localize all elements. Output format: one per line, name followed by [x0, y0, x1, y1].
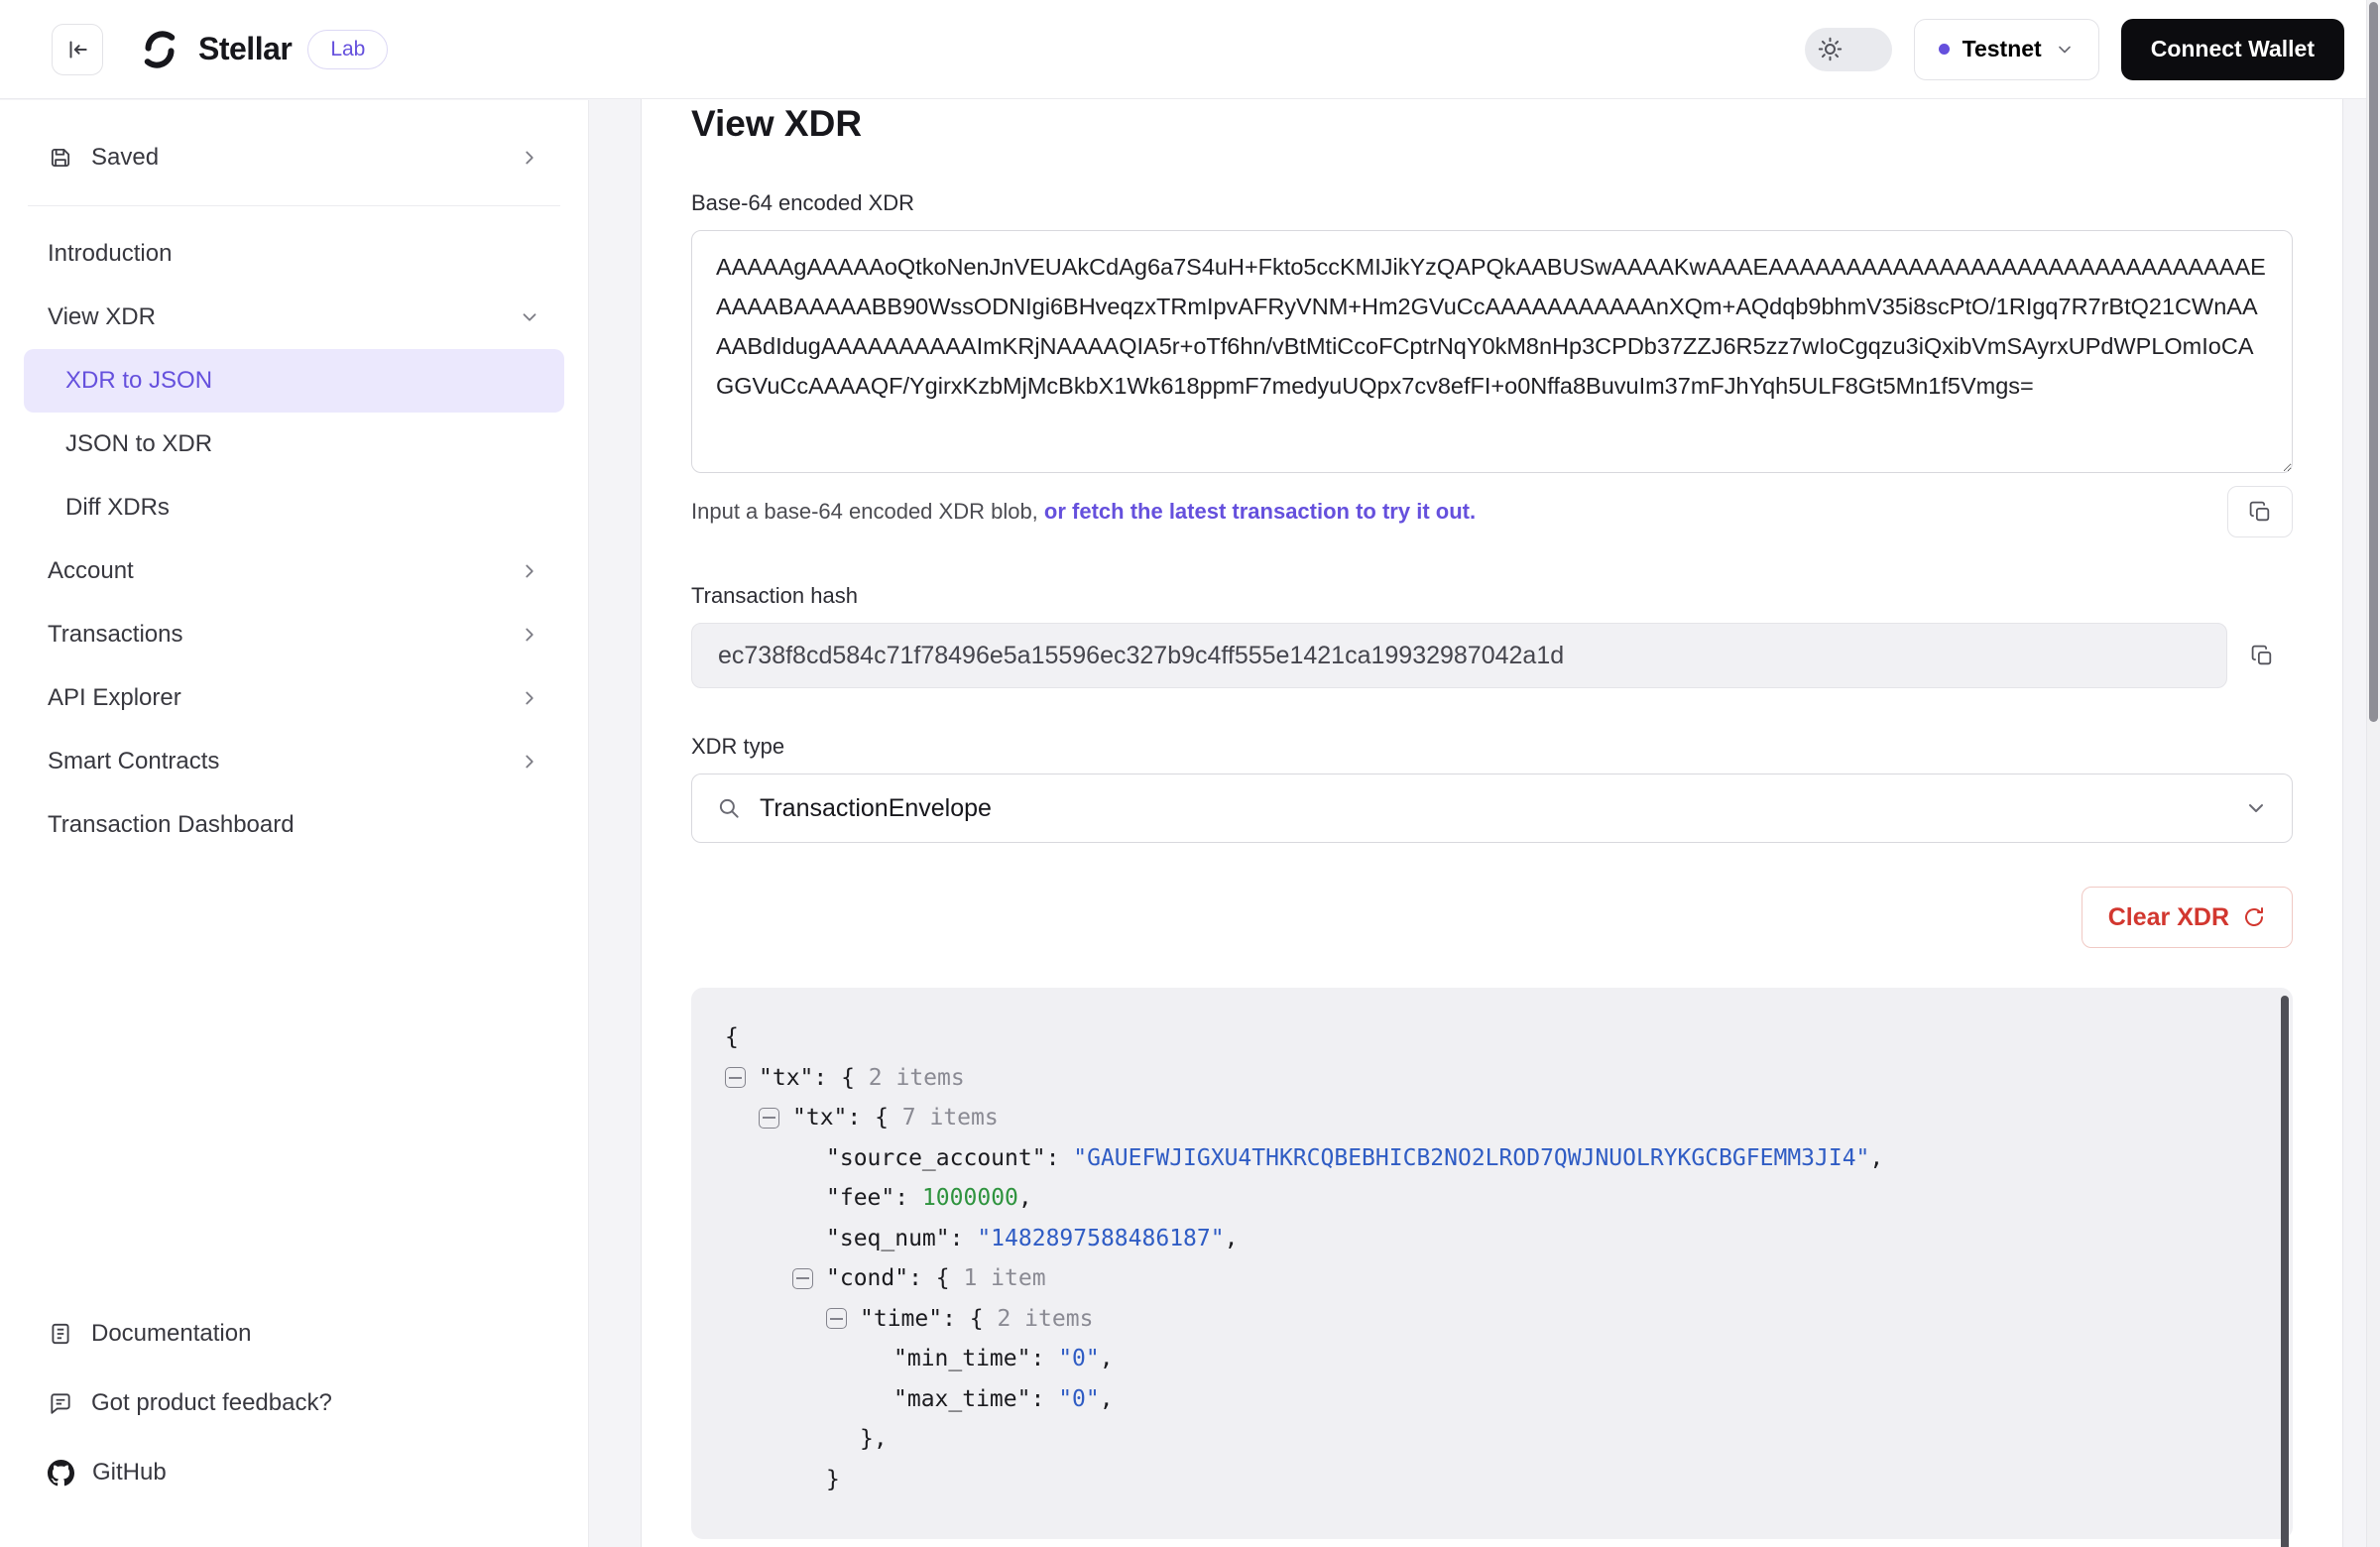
json-line: "min_time": "0",: [725, 1339, 2247, 1379]
lab-badge: Lab: [307, 30, 388, 69]
sidebar-item-transaction-dashboard[interactable]: Transaction Dashboard: [24, 793, 564, 857]
refresh-icon: [2242, 905, 2266, 929]
view-xdr-card: View XDR Base-64 encoded XDR AAAAAgAAAAA…: [641, 51, 2343, 1547]
sidebar-item-saved[interactable]: Saved: [24, 126, 564, 189]
sidebar-item-json-to-xdr[interactable]: JSON to XDR: [24, 413, 564, 476]
collapse-toggle-icon[interactable]: [792, 1268, 813, 1289]
sidebar-item-label: XDR to JSON: [65, 367, 540, 395]
sidebar-item-introduction[interactable]: Introduction: [24, 222, 564, 286]
chevron-right-icon: [519, 147, 540, 169]
xdr-type-value: TransactionEnvelope: [760, 794, 2226, 823]
json-viewer: {"tx": { 2 items"tx": { 7 items"source_a…: [691, 988, 2293, 1539]
network-label: Testnet: [1963, 36, 2042, 62]
page-scrollbar-thumb[interactable]: [2369, 2, 2378, 722]
xdr-input[interactable]: AAAAAgAAAAAoQtkoNenJnVEUAkCdAg6a7S4uH+Fk…: [691, 230, 2293, 473]
sidebar-item-github[interactable]: GitHub: [24, 1438, 564, 1507]
search-icon: [716, 795, 742, 821]
sidebar-item-view-xdr[interactable]: View XDR: [24, 286, 564, 349]
sidebar-item-label: API Explorer: [48, 684, 519, 712]
sidebar-item-account[interactable]: Account: [24, 539, 564, 603]
sidebar-footer: Documentation Got product feedback? GitH…: [24, 1299, 564, 1507]
feedback-icon: [48, 1390, 73, 1416]
tx-hash-label: Transaction hash: [691, 583, 2293, 609]
copy-icon: [2248, 500, 2273, 525]
network-selector[interactable]: Testnet: [1914, 19, 2099, 80]
json-line: }: [725, 1460, 2247, 1500]
github-icon: [48, 1460, 74, 1487]
sidebar-item-label: Smart Contracts: [48, 748, 519, 775]
sidebar-item-smart-contracts[interactable]: Smart Contracts: [24, 730, 564, 793]
collapse-toggle-icon[interactable]: [826, 1308, 847, 1329]
json-line: "fee": 1000000,: [725, 1178, 2247, 1219]
sidebar-item-xdr-to-json[interactable]: XDR to JSON: [24, 349, 564, 413]
tx-hash-value[interactable]: [691, 623, 2227, 688]
page-title: View XDR: [691, 103, 2293, 145]
json-line: "source_account": "GAUEFWJIGXU4THKRCQBEB…: [725, 1138, 2247, 1179]
network-status-dot: [1939, 44, 1950, 55]
collapse-toggle-icon[interactable]: [725, 1067, 746, 1088]
json-line: "seq_num": "1482897588486187",: [725, 1219, 2247, 1259]
sidebar-item-label: Got product feedback?: [91, 1389, 540, 1417]
documentation-icon: [48, 1321, 73, 1347]
copy-icon: [2250, 644, 2275, 668]
brand[interactable]: Stellar Lab: [137, 27, 388, 72]
sidebar-item-label: GitHub: [92, 1459, 540, 1487]
json-viewer-code: {"tx": { 2 items"tx": { 7 items"source_a…: [725, 1017, 2247, 1499]
sidebar-item-label: Transactions: [48, 621, 519, 649]
sidebar-item-feedback[interactable]: Got product feedback?: [24, 1368, 564, 1438]
page-scrollbar[interactable]: [2366, 0, 2380, 1547]
chevron-down-icon: [2244, 796, 2268, 820]
clear-xdr-button[interactable]: Clear XDR: [2082, 887, 2293, 948]
fetch-latest-transaction-link[interactable]: or fetch the latest transaction to try i…: [1044, 499, 1476, 524]
sidebar-item-label: Saved: [91, 144, 501, 172]
sidebar-divider: [28, 205, 560, 206]
theme-toggle[interactable]: [1805, 28, 1892, 71]
sidebar-collapse-button[interactable]: [52, 24, 103, 75]
json-line: "tx": { 2 items: [725, 1058, 2247, 1099]
json-line: },: [725, 1419, 2247, 1460]
sidebar-item-label: Transaction Dashboard: [48, 811, 540, 839]
xdr-helper-text: Input a base-64 encoded XDR blob, or fet…: [691, 499, 1476, 525]
sidebar-item-label: Account: [48, 557, 519, 585]
chevron-right-icon: [519, 624, 540, 646]
json-line: "tx": { 7 items: [725, 1098, 2247, 1138]
brand-name: Stellar: [198, 31, 292, 67]
json-line: "time": { 2 items: [725, 1299, 2247, 1340]
sidebar-item-label: Documentation: [91, 1320, 540, 1348]
sidebar-item-diff-xdrs[interactable]: Diff XDRs: [24, 476, 564, 539]
chevron-right-icon: [519, 560, 540, 582]
xdr-input-label: Base-64 encoded XDR: [691, 190, 2293, 216]
json-line: {: [725, 1017, 2247, 1058]
sidebar-item-api-explorer[interactable]: API Explorer: [24, 666, 564, 730]
sidebar-item-label: Introduction: [48, 240, 540, 268]
saved-icon: [48, 145, 73, 171]
sidebar-item-label: Diff XDRs: [65, 494, 540, 522]
sidebar-item-label: View XDR: [48, 303, 519, 331]
xdr-type-label: XDR type: [691, 734, 2293, 760]
sidebar: Saved Introduction View XDR XDR to JSON …: [0, 100, 589, 1547]
sidebar-item-label: JSON to XDR: [65, 430, 540, 458]
main-content: View XDR Base-64 encoded XDR AAAAAgAAAAA…: [590, 0, 2380, 1547]
json-line: "cond": { 1 item: [725, 1258, 2247, 1299]
json-line: "max_time": "0",: [725, 1379, 2247, 1420]
chevron-down-icon: [519, 306, 540, 328]
sun-icon: [1817, 36, 1844, 62]
collapse-sidebar-icon: [64, 37, 90, 62]
copy-hash-button[interactable]: [2231, 625, 2293, 686]
sidebar-item-documentation[interactable]: Documentation: [24, 1299, 564, 1368]
sidebar-item-transactions[interactable]: Transactions: [24, 603, 564, 666]
chevron-right-icon: [519, 751, 540, 773]
collapse-toggle-icon[interactable]: [759, 1108, 779, 1129]
connect-wallet-button[interactable]: Connect Wallet: [2121, 19, 2344, 80]
xdr-type-select[interactable]: TransactionEnvelope: [691, 774, 2293, 843]
json-viewer-scrollbar[interactable]: [2281, 996, 2289, 1547]
copy-xdr-button[interactable]: [2227, 486, 2293, 537]
chevron-right-icon: [519, 687, 540, 709]
stellar-logo: [137, 27, 182, 72]
chevron-down-icon: [2055, 40, 2075, 60]
header: Stellar Lab Testnet Connect Wallet: [0, 0, 2380, 99]
